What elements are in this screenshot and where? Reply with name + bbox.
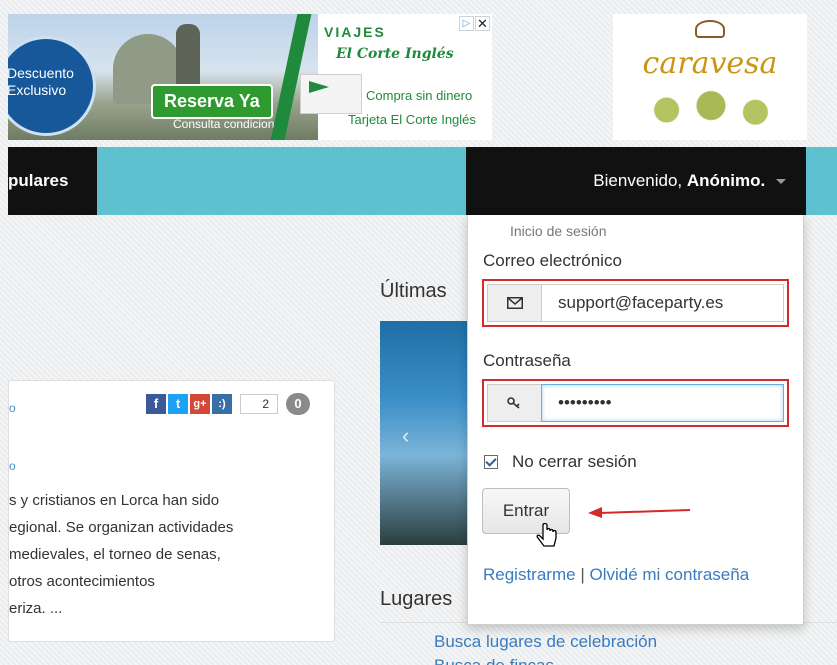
article-category-link-stub[interactable]: o: [9, 459, 16, 473]
excerpt-line: s y cristianos en Lorca han sido: [9, 492, 220, 509]
remember-me-row[interactable]: No cerrar sesión: [484, 452, 637, 472]
envelope-icon: [487, 284, 541, 322]
twitter-icon[interactable]: t: [168, 394, 188, 414]
ad-banner[interactable]: Descuento Exclusivo Reserva Ya Consulta …: [8, 14, 492, 140]
caret-down-icon: [776, 179, 786, 185]
password-input[interactable]: [541, 384, 784, 422]
share-bar: f t g+ :) 2 0: [146, 393, 310, 415]
remember-me-checkbox[interactable]: [484, 455, 498, 469]
login-links: Registrarme | Olvidé mi contraseña: [483, 565, 749, 585]
forgot-password-link[interactable]: Olvidé mi contraseña: [589, 565, 749, 584]
user-menu-toggle[interactable]: Bienvenido, Anónimo.: [466, 147, 806, 215]
nav-item-populares[interactable]: pulares: [8, 147, 97, 215]
delicious-icon[interactable]: :): [212, 394, 232, 414]
close-icon[interactable]: ✕: [475, 16, 490, 31]
find-estates-link[interactable]: Busca de fincas: [434, 656, 554, 665]
password-label: Contraseña: [483, 351, 571, 370]
email-label: Correo electrónico: [483, 251, 622, 270]
chevron-left-icon[interactable]: ‹: [402, 423, 409, 449]
excerpt-line: medievales, el torneo de senas,: [9, 546, 221, 563]
grape-leaves-icon: [637, 88, 785, 132]
latest-heading: Últimas: [380, 280, 447, 302]
login-heading: Inicio de sesión: [510, 223, 607, 239]
ad-brand-top: VIAJES: [324, 24, 386, 40]
logo-text: caravesa: [642, 46, 778, 81]
crown-icon: [695, 20, 725, 38]
ad-consult-text: Consulta condiciones: [173, 117, 288, 131]
excerpt-line: eriza. ...: [9, 600, 63, 617]
caravesa-logo[interactable]: caravesa: [613, 14, 807, 140]
find-venues-link[interactable]: Busca lugares de celebración: [434, 632, 657, 652]
nav-bar: pulares Bienvenido, Anónimo.: [8, 147, 837, 215]
share-count: 2: [240, 394, 278, 414]
ad-tagline1: Compra sin dinero: [366, 88, 473, 103]
ad-discount-line1: Descuento: [8, 65, 74, 81]
places-heading: Lugares: [380, 588, 453, 610]
excerpt-line: otros acontecimientos: [9, 573, 155, 590]
ad-discount-line2: Exclusivo: [8, 82, 67, 98]
facebook-icon[interactable]: f: [146, 394, 166, 414]
password-field-highlight: [482, 379, 789, 427]
excerpt-line: egional. Se organizan actividades: [9, 519, 234, 536]
ad-card-arrow-icon: [309, 81, 329, 93]
ad-card-image: [300, 74, 362, 114]
red-arrow-annotation: [588, 507, 691, 518]
article-card: o f t g+ :) 2 0 o s y cristianos en Lorc…: [8, 380, 335, 642]
ad-tagline2: Tarjeta El Corte Inglés: [348, 112, 476, 127]
link-separator: |: [580, 565, 585, 584]
username: Anónimo.: [686, 171, 766, 190]
ad-controls: ▷ ✕: [459, 16, 490, 31]
ad-reserve-button[interactable]: Reserva Ya: [151, 84, 273, 119]
login-dropdown: Inicio de sesión Correo electrónico Cont…: [467, 215, 804, 625]
hand-cursor-icon: [536, 523, 557, 547]
carousel-slide[interactable]: ‹: [380, 321, 470, 545]
article-excerpt: s y cristianos en Lorca han sido egional…: [9, 487, 329, 622]
register-link[interactable]: Registrarme: [483, 565, 576, 584]
ad-brand-name: El Corte Inglés: [336, 46, 454, 62]
key-icon: [487, 384, 541, 422]
adchoices-icon[interactable]: ▷: [459, 16, 474, 31]
email-field-highlight: [482, 279, 789, 327]
remember-me-label[interactable]: No cerrar sesión: [512, 452, 637, 472]
article-title-link-stub[interactable]: o: [9, 401, 16, 415]
google-plus-icon[interactable]: g+: [190, 394, 210, 414]
comment-count-badge[interactable]: 0: [286, 393, 310, 415]
welcome-prefix: Bienvenido,: [593, 171, 683, 190]
email-input[interactable]: [541, 284, 784, 322]
